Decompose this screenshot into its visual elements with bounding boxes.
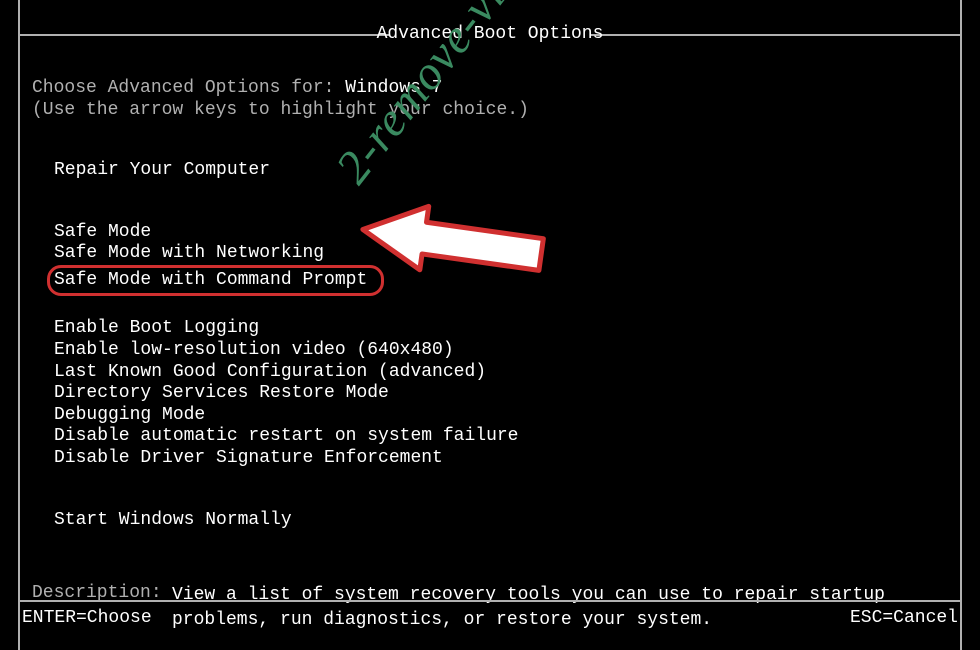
footer-bar: ENTER=Choose ESC=Cancel [20,604,960,628]
prompt-line: Choose Advanced Options for: Windows 7 [32,78,960,98]
menu-group-normal: Start Windows Normally [32,510,960,532]
content-area: Choose Advanced Options for: Windows 7 (… [20,30,960,634]
menu-group-advanced: Enable Boot Logging Enable low-resolutio… [32,318,960,469]
boot-options-frame: Advanced Boot Options Choose Advanced Op… [18,0,962,650]
menu-item-debugging[interactable]: Debugging Mode [54,405,205,427]
hint-line: (Use the arrow keys to highlight your ch… [32,100,960,120]
menu-item-boot-logging[interactable]: Enable Boot Logging [54,318,259,340]
screen-title: Advanced Boot Options [369,24,612,44]
menu-item-ds-restore[interactable]: Directory Services Restore Mode [54,383,389,405]
os-name: Windows 7 [345,78,442,98]
footer-esc: ESC=Cancel [850,608,958,628]
menu-item-safe-mode-networking[interactable]: Safe Mode with Networking [54,243,324,265]
menu-item-safe-mode[interactable]: Safe Mode [54,222,151,244]
prompt-prefix: Choose Advanced Options for: [32,78,334,98]
menu-item-safe-mode-cmd[interactable]: Safe Mode with Command Prompt [47,265,384,297]
menu-item-low-res[interactable]: Enable low-resolution video (640x480) [54,340,454,362]
menu-item-last-known-good[interactable]: Last Known Good Configuration (advanced) [54,362,486,384]
menu-group-repair: Repair Your Computer [32,160,960,182]
menu-item-disable-driver-sig[interactable]: Disable Driver Signature Enforcement [54,448,443,470]
menu-item-repair[interactable]: Repair Your Computer [54,160,270,182]
menu-item-disable-auto-restart[interactable]: Disable automatic restart on system fail… [54,426,518,448]
menu-group-safemode: Safe Mode Safe Mode with Networking Safe… [32,222,960,297]
title-bar: Advanced Boot Options [20,0,960,30]
menu-item-start-normally[interactable]: Start Windows Normally [54,510,292,532]
footer-enter: ENTER=Choose [22,608,152,628]
